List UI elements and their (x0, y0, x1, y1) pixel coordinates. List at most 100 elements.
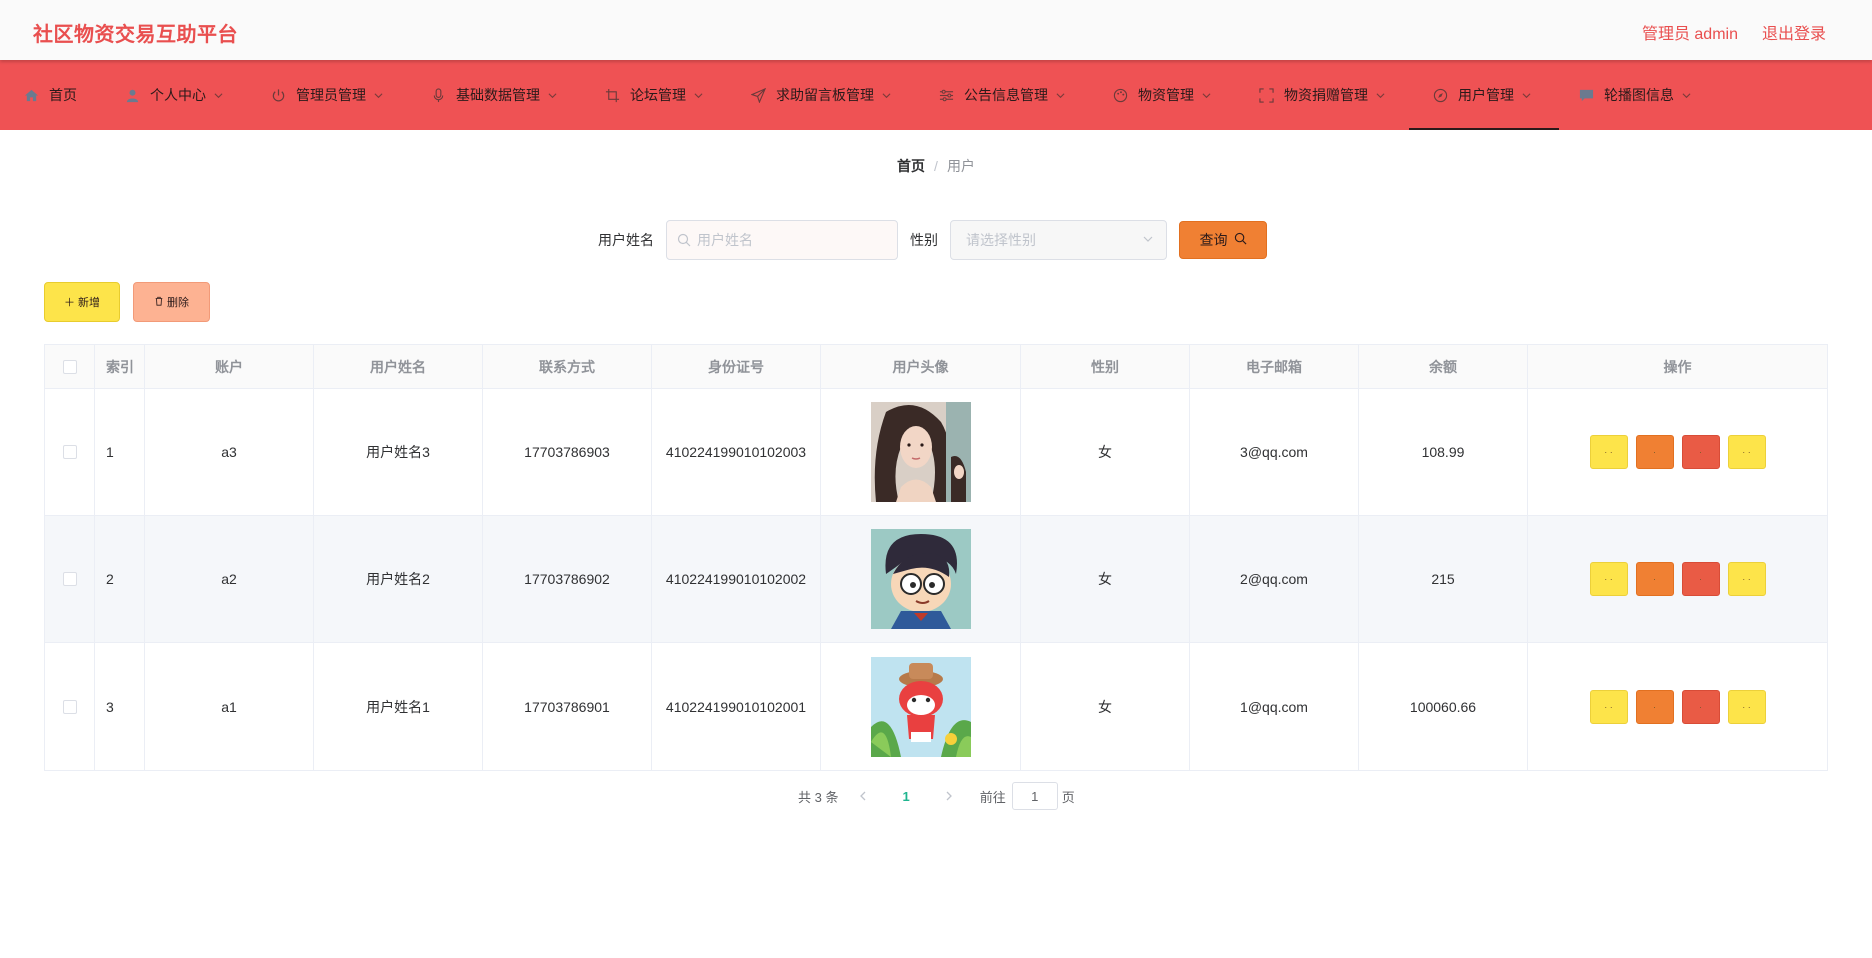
header-gender: 性别 (1021, 345, 1190, 388)
delete-row-button[interactable]: · (1681, 562, 1720, 596)
delete-button[interactable]: 删除 (133, 282, 210, 322)
reset-password-button[interactable]: · · (1727, 562, 1766, 596)
table-row: 3 a1 用户姓名1 17703786901 41022419901010200… (45, 643, 1827, 770)
page-number[interactable]: 1 (902, 789, 909, 804)
search-icon (1234, 232, 1247, 248)
nav-label: 轮播图信息 (1604, 87, 1674, 103)
plus-icon: ＋ (64, 297, 75, 309)
header-account: 账户 (145, 345, 314, 388)
cell-index: 2 (95, 516, 145, 642)
add-button[interactable]: ＋ 新增 (44, 282, 120, 322)
nav-item-notice[interactable]: 公告信息管理 (939, 60, 1089, 130)
delete-button-label: 删除 (167, 297, 189, 309)
gender-select[interactable]: 请选择性别 (950, 220, 1167, 260)
gender-label: 性别 (910, 232, 938, 248)
nav-item-home[interactable]: 首页 (24, 60, 101, 130)
cell-phone: 17703786901 (483, 643, 652, 770)
nav-label: 用户管理 (1458, 87, 1514, 103)
row-checkbox[interactable] (62, 445, 77, 459)
header-index: 索引 (95, 345, 145, 388)
delete-row-button[interactable]: · (1681, 435, 1720, 469)
cell-account: a1 (145, 643, 314, 770)
nav-item-donation[interactable]: 物资捐赠管理 (1259, 60, 1409, 130)
row-checkbox[interactable] (62, 572, 77, 586)
name-search-input-wrapper (666, 220, 898, 260)
microphone-icon (431, 87, 446, 103)
pagination: 共 3 条 1 前往 页 (798, 782, 1075, 810)
chevron-down-icon (1056, 91, 1065, 100)
breadcrumb-separator: / (934, 158, 938, 174)
cell-ops: · · · · · · (1528, 643, 1827, 770)
chevron-right-icon[interactable] (940, 791, 958, 801)
nav-item-profile[interactable]: 个人中心 (125, 60, 247, 130)
nav-label: 管理员管理 (296, 87, 366, 103)
edit-button[interactable]: · (1635, 689, 1674, 724)
cell-balance: 108.99 (1359, 389, 1528, 515)
nav-item-help-board[interactable]: 求助留言板管理 (751, 60, 915, 130)
header-select-all-cell (45, 345, 95, 388)
cell-gender: 女 (1021, 643, 1190, 770)
nav-item-users[interactable]: 用户管理 (1409, 60, 1559, 130)
header-phone: 联系方式 (483, 345, 652, 388)
add-button-label: 新增 (78, 297, 100, 309)
chevron-left-icon[interactable] (854, 791, 872, 801)
edit-button[interactable]: · (1635, 435, 1674, 469)
cell-balance: 215 (1359, 516, 1528, 642)
table-row: 2 a2 用户姓名2 17703786902 41022419901010200… (45, 516, 1827, 643)
avatar[interactable] (870, 402, 971, 502)
cell-email: 2@qq.com (1190, 516, 1359, 642)
avatar[interactable] (870, 656, 971, 757)
avatar[interactable] (870, 529, 971, 629)
name-search-input[interactable] (697, 232, 877, 248)
app-title: 社区物资交易互助平台 (33, 24, 238, 46)
delete-row-button[interactable]: · (1681, 689, 1720, 724)
nav-label: 首页 (49, 87, 77, 103)
goto-page-input[interactable] (1011, 782, 1058, 810)
nav-item-goods[interactable]: 物资管理 (1113, 60, 1235, 130)
cell-index: 3 (95, 643, 145, 770)
sliders-icon (939, 88, 954, 103)
chevron-down-icon (694, 91, 703, 100)
nav-label: 基础数据管理 (456, 87, 540, 103)
view-button[interactable]: · · (1589, 435, 1628, 469)
breadcrumb-current: 用户 (946, 158, 975, 174)
logout-link[interactable]: 退出登录 (1762, 20, 1826, 44)
edit-button[interactable]: · (1635, 562, 1674, 596)
table-row: 1 a3 用户姓名3 17703786903 41022419901010200… (45, 389, 1827, 516)
fullscreen-icon (1259, 87, 1274, 103)
search-form: 用户姓名 性别 请选择性别 查询 (598, 220, 1267, 260)
reset-password-button[interactable]: · · (1727, 435, 1766, 469)
nav-item-forum[interactable]: 论坛管理 (605, 60, 727, 130)
row-checkbox[interactable] (62, 699, 77, 714)
cell-phone: 17703786903 (483, 389, 652, 515)
cell-phone: 17703786902 (483, 516, 652, 642)
select-all-checkbox[interactable] (62, 359, 77, 374)
search-icon (677, 233, 691, 247)
header-ops: 操作 (1663, 358, 1692, 375)
chevron-down-icon (1376, 91, 1385, 100)
cell-avatar (821, 643, 1021, 770)
breadcrumb: 首页 / 用户 (0, 156, 1872, 176)
cell-ops: · · · · · · (1528, 389, 1827, 515)
nav-label: 公告信息管理 (964, 87, 1048, 103)
cell-id-number: 410224199010102001 (652, 643, 821, 770)
nav-item-basic-data[interactable]: 基础数据管理 (431, 60, 581, 130)
chevron-down-icon (374, 91, 383, 100)
breadcrumb-home[interactable]: 首页 (897, 158, 925, 174)
cell-email: 3@qq.com (1190, 389, 1359, 515)
table-header-row: 索引 账户 用户姓名 联系方式 身份证号 用户头像 性别 电子邮箱 余额 操作 (45, 345, 1827, 389)
cell-name: 用户姓名3 (314, 389, 483, 515)
current-user-label[interactable]: 管理员 admin (1642, 20, 1738, 44)
query-button[interactable]: 查询 (1179, 221, 1267, 259)
view-button[interactable]: · · (1589, 562, 1628, 596)
nav-item-admin-manage[interactable]: 管理员管理 (271, 60, 407, 130)
view-button[interactable]: · · (1589, 689, 1628, 724)
nav-item-carousel[interactable]: 轮播图信息 (1579, 60, 1715, 130)
nav-label: 物资管理 (1138, 87, 1194, 103)
row-select-cell (45, 643, 95, 770)
cell-gender: 女 (1021, 389, 1190, 515)
goto-label: 前往 (979, 789, 1006, 805)
cell-email: 1@qq.com (1190, 643, 1359, 770)
reset-password-button[interactable]: · · (1727, 689, 1766, 724)
user-area: 管理员 admin 退出登录 (1642, 20, 1826, 44)
